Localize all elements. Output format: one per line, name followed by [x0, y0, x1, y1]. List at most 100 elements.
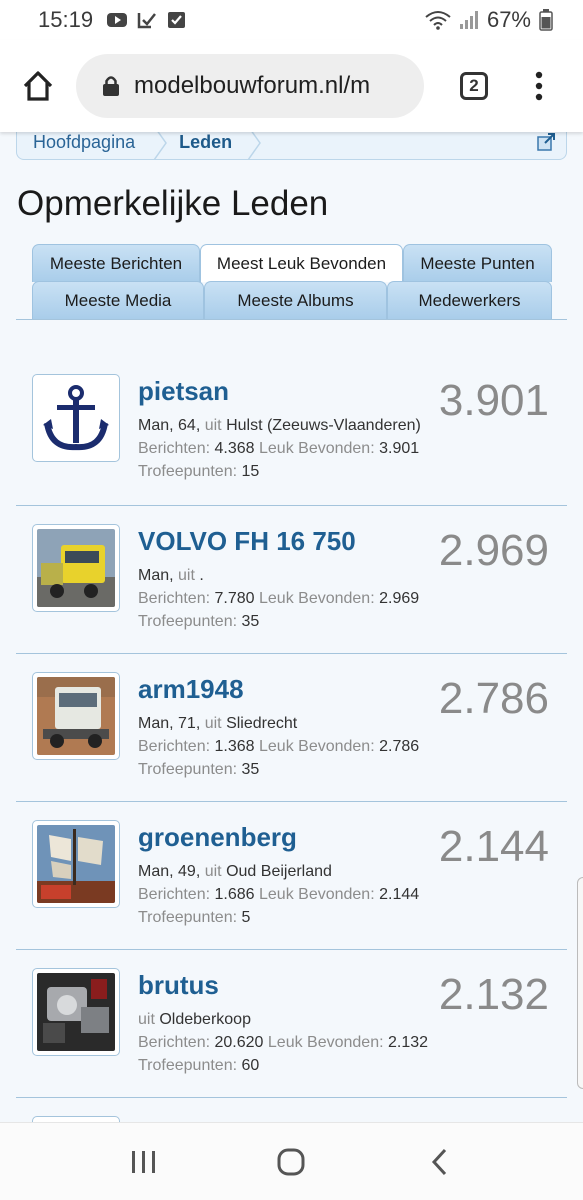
- url-text: modelbouwforum.nl/m: [134, 72, 371, 99]
- sailing-ship-photo: [37, 825, 115, 903]
- member-score: 2.969: [438, 526, 549, 575]
- member-leuk: 2.144: [379, 886, 420, 903]
- breadcrumb-current[interactable]: Leden: [179, 132, 232, 153]
- status-bar: 15:19 67%: [0, 0, 583, 40]
- anchor-icon: [37, 379, 115, 457]
- scroll-handle[interactable]: [577, 877, 583, 1089]
- member-location[interactable]: Hulst (Zeeuws-Vlaanderen): [226, 417, 421, 434]
- label-leuk: Leuk Bevonden:: [259, 440, 375, 457]
- back-button[interactable]: [409, 1132, 469, 1192]
- label-berichten: Berichten:: [138, 590, 211, 607]
- member-row: groenenberg 2.144 Man, 49, uit Oud Beije…: [16, 802, 567, 950]
- member-location[interactable]: Sliedrecht: [226, 715, 297, 732]
- battery-level: 67%: [486, 7, 531, 32]
- tab-meeste-media[interactable]: Meeste Media: [32, 281, 204, 319]
- member-berichten: 7.780: [214, 590, 255, 607]
- tab-meeste-punten[interactable]: Meeste Punten: [403, 244, 552, 282]
- label-leuk: Leuk Bevonden:: [259, 590, 375, 607]
- member-info: uit Oldeberkoop Berichten: 20.620 Leuk B…: [138, 1008, 438, 1077]
- browser-menu-button[interactable]: [514, 71, 564, 101]
- label-trofee: Trofeepunten:: [138, 463, 238, 480]
- member-info: Man, 49, uit Oud Beijerland Berichten: 1…: [138, 860, 438, 929]
- member-row: brutus 2.132 uit Oldeberkoop Berichten: …: [16, 950, 567, 1098]
- member-row-partial: [16, 1098, 567, 1122]
- member-leuk: 3.901: [379, 440, 420, 457]
- member-info: Man, 71, uit Sliedrecht Berichten: 1.368…: [138, 712, 438, 781]
- member-score: 3.901: [438, 376, 549, 425]
- breadcrumb-separator-icon: [247, 132, 261, 160]
- engine-photo: [37, 973, 115, 1051]
- member-leuk: 2.132: [388, 1034, 429, 1051]
- member-row: VOLVO FH 16 750 2.969 Man, uit . Bericht…: [16, 506, 567, 654]
- label-leuk: Leuk Bevonden:: [259, 738, 375, 755]
- avatar[interactable]: [32, 672, 120, 760]
- member-berichten: 1.686: [214, 886, 255, 903]
- recent-apps-icon: [131, 1150, 155, 1173]
- member-demographics: Man, 49,: [138, 863, 201, 880]
- member-trofee: 15: [241, 463, 260, 480]
- member-leuk: 2.786: [379, 738, 420, 755]
- external-link-icon[interactable]: [536, 132, 556, 152]
- breadcrumb: Hoofdpagina Leden: [16, 132, 567, 160]
- tab-count: 2: [460, 72, 488, 100]
- label-uit: uit: [204, 863, 222, 880]
- address-bar[interactable]: modelbouwforum.nl/m: [76, 54, 424, 118]
- member-info: Man, uit . Berichten: 7.780 Leuk Bevonde…: [138, 564, 438, 633]
- member-trofee: 35: [241, 761, 260, 778]
- member-demographics: Man,: [138, 567, 174, 584]
- member-name[interactable]: arm1948: [138, 674, 244, 705]
- avatar[interactable]: [32, 968, 120, 1056]
- tab-medewerkers[interactable]: Medewerkers: [387, 281, 552, 319]
- member-name[interactable]: groenenberg: [138, 822, 297, 853]
- page-title: Opmerkelijke Leden: [17, 184, 329, 223]
- tab-meeste-albums[interactable]: Meeste Albums: [204, 281, 387, 319]
- label-trofee: Trofeepunten:: [138, 1057, 238, 1074]
- member-name[interactable]: brutus: [138, 970, 219, 1001]
- lock-icon: [103, 76, 119, 96]
- member-row: arm1948 2.786 Man, 71, uit Sliedrecht Be…: [16, 654, 567, 802]
- member-location[interactable]: .: [199, 567, 203, 584]
- breadcrumb-separator-icon: [153, 132, 167, 160]
- truck-photo: [37, 677, 115, 755]
- member-location[interactable]: Oldeberkoop: [159, 1011, 251, 1028]
- tab-meeste-berichten[interactable]: Meeste Berichten: [32, 244, 200, 282]
- signal-icon: [459, 11, 478, 29]
- member-row: pietsan 3.901 Man, 64, uit Hulst (Zeeuws…: [16, 356, 567, 506]
- status-time: 15:19: [38, 7, 94, 32]
- member-name[interactable]: pietsan: [138, 376, 229, 407]
- member-demographics: Man, 64,: [138, 417, 201, 434]
- member-trofee: 35: [241, 613, 260, 630]
- member-berichten: 4.368: [214, 440, 255, 457]
- home-nav-button[interactable]: [261, 1132, 321, 1192]
- more-vert-icon: [535, 71, 543, 101]
- tab-switcher-button[interactable]: 2: [434, 72, 514, 100]
- breadcrumb-home[interactable]: Hoofdpagina: [33, 132, 135, 153]
- recent-apps-button[interactable]: [114, 1132, 174, 1192]
- label-trofee: Trofeepunten:: [138, 761, 238, 778]
- avatar[interactable]: [32, 820, 120, 908]
- system-navigation-bar: [0, 1122, 583, 1200]
- member-name[interactable]: VOLVO FH 16 750: [138, 526, 356, 557]
- avatar[interactable]: [32, 374, 120, 462]
- member-trofee: 60: [241, 1057, 260, 1074]
- label-leuk: Leuk Bevonden:: [267, 1034, 384, 1051]
- member-berichten: 1.368: [214, 738, 255, 755]
- tab-row-1: Meeste Berichten Meest Leuk Bevonden Mee…: [32, 244, 552, 282]
- member-location[interactable]: Oud Beijerland: [226, 863, 332, 880]
- avatar[interactable]: [32, 524, 120, 612]
- member-info: Man, 64, uit Hulst (Zeeuws-Vlaanderen) B…: [138, 414, 438, 483]
- member-score: 2.144: [438, 822, 549, 871]
- label-trofee: Trofeepunten:: [138, 909, 238, 926]
- page-content: Hoofdpagina Leden Opmerkelijke Leden Mee…: [0, 132, 583, 1122]
- truck-photo: [37, 529, 115, 607]
- tab-meest-leuk-bevonden[interactable]: Meest Leuk Bevonden: [200, 244, 403, 282]
- member-score: 2.132: [438, 970, 549, 1019]
- member-trofee: 5: [241, 909, 251, 926]
- label-berichten: Berichten:: [138, 1034, 211, 1051]
- label-uit: uit: [204, 715, 222, 732]
- home-button[interactable]: [0, 40, 76, 132]
- label-uit: uit: [204, 417, 222, 434]
- browser-toolbar: modelbouwforum.nl/m 2: [0, 40, 583, 132]
- label-berichten: Berichten:: [138, 886, 211, 903]
- member-leuk: 2.969: [379, 590, 420, 607]
